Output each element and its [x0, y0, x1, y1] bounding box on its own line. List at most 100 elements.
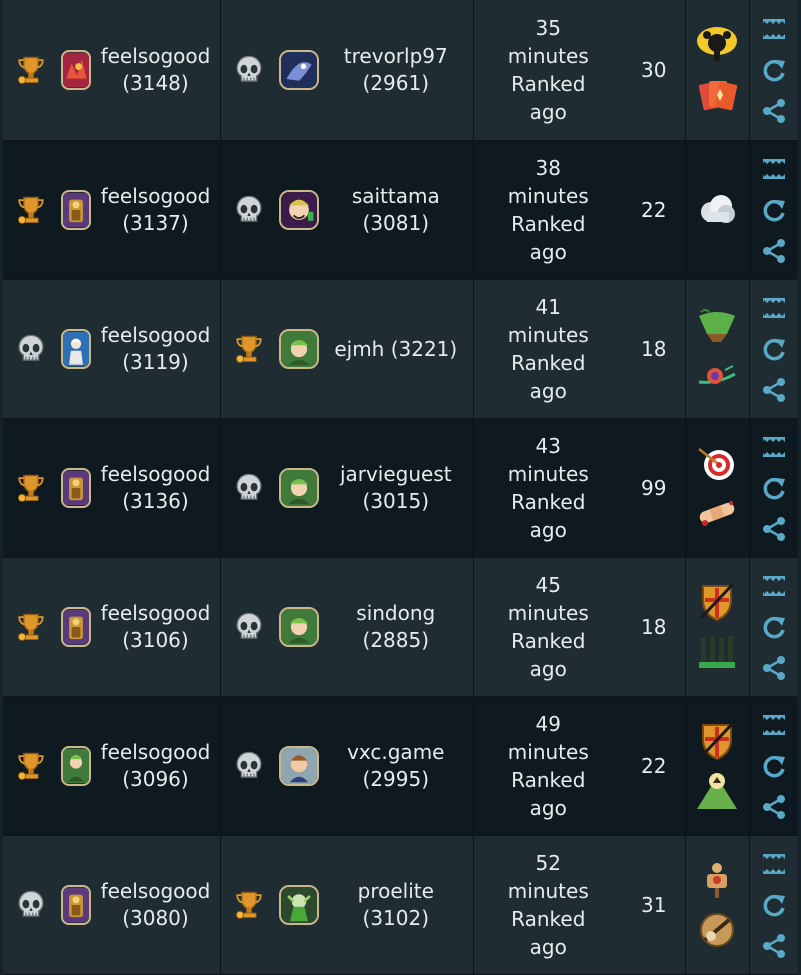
turn-count: 99 [641, 476, 667, 500]
island-icon[interactable] [695, 304, 739, 344]
player-two-name[interactable]: vxc.game (2995) [319, 739, 473, 793]
avatar[interactable] [278, 190, 319, 230]
cards-cell [686, 280, 751, 418]
player-two-name[interactable]: saittama (3081) [319, 183, 473, 237]
actions-cell [750, 141, 798, 279]
cloud-icon[interactable] [695, 190, 739, 230]
player-two-cell: trevorlp97 (2961) [221, 0, 474, 140]
turns-cell: 18 [623, 280, 686, 418]
turns-cell: 22 [623, 141, 686, 279]
skull-icon [11, 885, 51, 925]
time-cell: 41 minutes Ranked ago [474, 280, 623, 418]
shield-icon[interactable] [695, 582, 739, 622]
table-row: feelsogood (3148) trevorlp97 (2961) 35 m… [3, 0, 798, 141]
avatar[interactable] [61, 885, 91, 925]
deck-icon[interactable] [760, 572, 788, 600]
avatar[interactable] [61, 468, 91, 508]
deck-icon[interactable] [760, 294, 788, 322]
time-cell: 49 minutes Ranked ago [474, 697, 623, 835]
player-one-name[interactable]: feelsogood (3148) [91, 43, 220, 97]
match-time: 43 minutes Ranked ago [507, 434, 589, 542]
dummy-icon[interactable] [695, 860, 739, 900]
player-one-name[interactable]: feelsogood (3080) [91, 878, 220, 932]
trophy-icon [11, 746, 51, 786]
player-one-cell: feelsogood (3136) [3, 419, 221, 557]
player-two-name[interactable]: proelite (3102) [319, 878, 473, 932]
player-two-cell: sindong (2885) [221, 558, 474, 696]
time-cell: 52 minutes Ranked ago [474, 836, 623, 974]
table-row: feelsogood (3106) sindong (2885) 45 minu… [3, 558, 798, 697]
replay-icon[interactable] [760, 56, 788, 84]
player-one-cell: feelsogood (3137) [3, 141, 221, 279]
share-icon[interactable] [760, 376, 788, 404]
player-two-cell: jarvieguest (3015) [221, 419, 474, 557]
player-two-name[interactable]: sindong (2885) [319, 600, 473, 654]
scroll-icon[interactable] [695, 910, 739, 950]
bars-icon[interactable] [695, 632, 739, 672]
snail-icon[interactable] [695, 354, 739, 394]
replay-icon[interactable] [760, 752, 788, 780]
bandage-icon[interactable] [695, 493, 739, 533]
player-one-name[interactable]: feelsogood (3136) [91, 461, 220, 515]
avatar[interactable] [61, 190, 91, 230]
match-time: 45 minutes Ranked ago [507, 573, 589, 681]
actions-cell [750, 280, 798, 418]
trophy-icon [11, 468, 51, 508]
player-one-cell: feelsogood (3080) [3, 836, 221, 974]
trophy-icon [229, 329, 269, 369]
turns-cell: 18 [623, 558, 686, 696]
trophy-icon [229, 885, 269, 925]
player-two-name[interactable]: jarvieguest (3015) [319, 461, 473, 515]
share-icon[interactable] [760, 654, 788, 682]
skull-icon [229, 607, 269, 647]
replay-icon[interactable] [760, 891, 788, 919]
bomb-icon[interactable] [695, 25, 739, 65]
share-icon[interactable] [760, 932, 788, 960]
target-icon[interactable] [695, 443, 739, 483]
replay-icon[interactable] [760, 474, 788, 502]
player-one-name[interactable]: feelsogood (3137) [91, 183, 220, 237]
replay-icon[interactable] [760, 335, 788, 363]
player-two-name[interactable]: trevorlp97 (2961) [319, 43, 473, 97]
time-cell: 45 minutes Ranked ago [474, 558, 623, 696]
avatar[interactable] [61, 329, 91, 369]
avatar[interactable] [278, 329, 319, 369]
deck-icon[interactable] [760, 433, 788, 461]
deck-icon[interactable] [760, 850, 788, 878]
card-icons [695, 443, 739, 533]
deck-icon[interactable] [760, 155, 788, 183]
player-two-cell: ejmh (3221) [221, 280, 474, 418]
player-two-name[interactable]: ejmh (3221) [319, 336, 473, 363]
avatar[interactable] [61, 50, 91, 90]
replay-icon[interactable] [760, 613, 788, 641]
actions-cell [750, 419, 798, 557]
player-one-name[interactable]: feelsogood (3106) [91, 600, 220, 654]
avatar[interactable] [278, 885, 319, 925]
player-one-name[interactable]: feelsogood (3096) [91, 739, 220, 793]
avatar[interactable] [61, 746, 91, 786]
avatar[interactable] [278, 468, 319, 508]
deck-icon[interactable] [760, 15, 788, 43]
turns-cell: 31 [623, 836, 686, 974]
share-icon[interactable] [760, 237, 788, 265]
cards-icon[interactable] [695, 75, 739, 115]
shield-icon[interactable] [695, 721, 739, 761]
cards-cell [686, 419, 751, 557]
mountain-icon[interactable] [695, 771, 739, 811]
match-time: 35 minutes Ranked ago [507, 16, 589, 124]
table-row: feelsogood (3096) vxc.game (2995) 49 min… [3, 697, 798, 836]
player-one-name[interactable]: feelsogood (3119) [91, 322, 220, 376]
share-icon[interactable] [760, 793, 788, 821]
player-two-cell: proelite (3102) [221, 836, 474, 974]
cards-cell [686, 558, 751, 696]
share-icon[interactable] [760, 97, 788, 125]
avatar[interactable] [278, 50, 319, 90]
avatar[interactable] [278, 746, 319, 786]
avatar[interactable] [278, 607, 319, 647]
avatar[interactable] [61, 607, 91, 647]
share-icon[interactable] [760, 515, 788, 543]
table-row: feelsogood (3080) proelite (3102) 52 min… [3, 836, 798, 975]
replay-icon[interactable] [760, 196, 788, 224]
skull-icon [229, 746, 269, 786]
deck-icon[interactable] [760, 711, 788, 739]
